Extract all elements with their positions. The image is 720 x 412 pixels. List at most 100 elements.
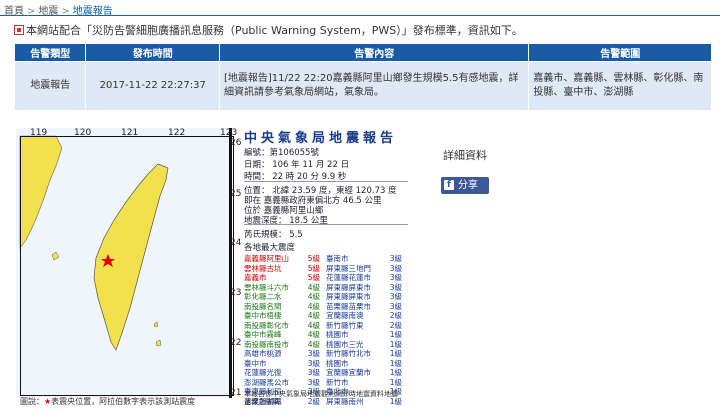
report-footer: 本報告係中央氣象局地震觀測網即時地震資料地震速報之結果。 [244, 390, 398, 406]
station-name: 宜蘭縣南澳 [326, 311, 364, 320]
lat-tick: 25 [230, 189, 242, 199]
lon-tick: 121 [121, 128, 139, 138]
intensity-list: 嘉義縣阿里山 5級 臺南市 3級 雲林縣古坑 5級 屏東縣三地門 3級 嘉義市 5級 花蓮縣花蓮市 3… [244, 254, 408, 406]
list-item: 臺中市 3級 桃園市 1級 [244, 359, 408, 369]
station-name: 屏東縣屏東市 [326, 292, 371, 301]
table-row: 地震報告 2017-11-22 22:27:37 [地震報告]11/22 22:… [13, 61, 712, 111]
alert-table-header: 告警類型 發布時間 告警內容 告警範圍 [13, 43, 712, 62]
station-name: 新竹市 [326, 377, 349, 387]
list-item: 彰化縣二水 4級 屏東縣屏東市 3級 [244, 292, 408, 302]
station-name: 新竹縣竹東 [326, 320, 364, 330]
detail-label: 詳細資料 [443, 149, 487, 162]
station-level: 1級 [389, 330, 402, 339]
station-name: 宜蘭縣宜蘭市 [326, 368, 371, 377]
list-item: 花蓮縣光復 3級 宜蘭縣宜蘭市 1級 [244, 368, 408, 378]
header-alert-area: 告警範圍 [528, 43, 712, 62]
station-level: 1級 [389, 349, 402, 358]
station-name: 高雄市桃源 [244, 349, 282, 358]
list-item: 南投縣彰化市 4級 新竹縣竹東 2級 [244, 321, 408, 331]
station-name: 雲林縣古坑 [244, 263, 282, 273]
lat-tick: 24 [230, 238, 242, 248]
share-label: 分享 [458, 180, 478, 191]
station-level: 3級 [389, 301, 402, 311]
list-item: 臺中市梧棲 4級 宜蘭縣南澳 2級 [244, 311, 408, 321]
lon-tick: 119 [30, 128, 48, 138]
station-name: 屏東縣三地門 [326, 263, 371, 273]
station-level: 1級 [389, 358, 402, 368]
station-level: 3級 [307, 377, 320, 387]
lat-tick: 21 [230, 388, 242, 398]
station-level: 3級 [389, 254, 402, 263]
list-item: 雲林縣古坑 5級 屏東縣三地門 3級 [244, 264, 408, 274]
station-name: 嘉義市 [244, 273, 267, 282]
notice-text: 本網站配合「災防告警細胞廣播訊息服務（Public Warning System… [14, 22, 523, 38]
map-caption: 圖說：★表震央位置，阿拉伯數字表示該測站震度 [20, 397, 196, 406]
station-level: 1級 [389, 368, 402, 377]
report-number: 編號：第106055號 [244, 148, 319, 158]
station-name: 花蓮縣光復 [244, 368, 282, 377]
station-name: 桃園市 [326, 358, 349, 368]
list-item: 嘉義縣阿里山 5級 臺南市 3級 [244, 254, 408, 264]
header-divider [0, 15, 720, 16]
station-name: 新竹縣竹北市 [326, 349, 371, 358]
station-level: 3級 [307, 349, 320, 358]
cell-alert-type: 地震報告 [13, 61, 87, 111]
header-alert-content: 告警內容 [218, 43, 530, 62]
list-item: 澎湖縣馬公市 3級 新竹市 1級 [244, 378, 408, 388]
cell-publish-time: 2017-11-22 22:27:37 [85, 61, 220, 111]
report-title: 中央氣象局地震報告 [244, 131, 398, 146]
station-name: 臺中市 [244, 358, 267, 368]
station-level: 3級 [389, 292, 402, 301]
station-level: 2級 [389, 320, 402, 330]
station-level: 4級 [307, 301, 320, 311]
header-publish-time: 發布時間 [85, 43, 220, 62]
station-name: 屏東縣屏東市 [326, 282, 371, 292]
facebook-share-button[interactable]: f 分享 [441, 177, 489, 194]
station-name: 臺中市霧峰 [244, 330, 282, 339]
station-level: 5級 [307, 263, 320, 273]
facebook-icon: f [444, 180, 454, 190]
station-level: 3級 [389, 263, 402, 273]
station-name: 南投縣南投市 [244, 339, 289, 349]
cell-alert-content: [地震報告]11/22 22:20嘉義縣阿里山鄉發生規模5.5有感地震，詳細資訊… [218, 61, 530, 111]
station-name: 臺南市 [326, 254, 349, 263]
breadcrumb: 首頁 > 地震 > 地震報告 [4, 2, 113, 17]
station-level: 5級 [307, 273, 320, 282]
station-level: 3級 [389, 282, 402, 292]
station-name: 桃園市三光 [326, 339, 364, 349]
report-magnitude: 芮氏規模： 5.5 [244, 230, 303, 240]
report-divider [244, 181, 408, 182]
list-item: 南投縣南投市 4級 桃園市三光 1級 [244, 340, 408, 350]
lat-tick: 22 [230, 338, 242, 348]
station-name: 嘉義縣阿里山 [244, 254, 289, 263]
header-alert-type: 告警類型 [13, 43, 87, 62]
station-name: 雲林縣斗六市 [244, 282, 289, 292]
lon-tick: 123 [220, 128, 238, 138]
station-level: 1級 [389, 377, 402, 387]
lat-tick: 26 [230, 138, 242, 148]
station-level: 3級 [307, 358, 320, 368]
list-item: 雲林縣斗六市 4級 屏東縣屏東市 3級 [244, 283, 408, 293]
station-level: 3級 [389, 273, 402, 282]
alert-table: 告警類型 發布時間 告警內容 告警範圍 地震報告 2017-11-22 22:2… [13, 43, 712, 111]
station-name: 臺中市梧棲 [244, 311, 282, 320]
lon-tick: 120 [74, 128, 92, 138]
cell-alert-area: 嘉義市、嘉義縣、雲林縣、彰化縣、南投縣、臺中市、澎湖縣 [528, 61, 712, 111]
station-level: 5級 [307, 254, 320, 263]
lon-tick: 122 [168, 128, 186, 138]
map-frame [20, 136, 234, 396]
list-item: 臺中市霧峰 4級 桃園市 1級 [244, 330, 408, 340]
station-name: 南投縣彰化市 [244, 320, 289, 330]
report-date: 日期： 106 年 11 月 22 日 [244, 160, 350, 170]
list-item: 高雄市桃源 3級 新竹縣竹北市 1級 [244, 349, 408, 359]
lat-tick: 23 [230, 288, 242, 298]
station-name: 花蓮縣花蓮市 [326, 273, 371, 282]
report-divider [244, 224, 408, 225]
list-item: 南投縣名間 4級 苗栗縣苗栗市 3級 [244, 302, 408, 312]
station-level: 4級 [307, 330, 320, 339]
list-item: 嘉義市 5級 花蓮縣花蓮市 3級 [244, 273, 408, 283]
station-name: 南投縣名間 [244, 301, 282, 311]
station-name: 彰化縣二水 [244, 292, 282, 301]
station-level: 2級 [389, 311, 402, 320]
station-name: 澎湖縣馬公市 [244, 377, 289, 387]
